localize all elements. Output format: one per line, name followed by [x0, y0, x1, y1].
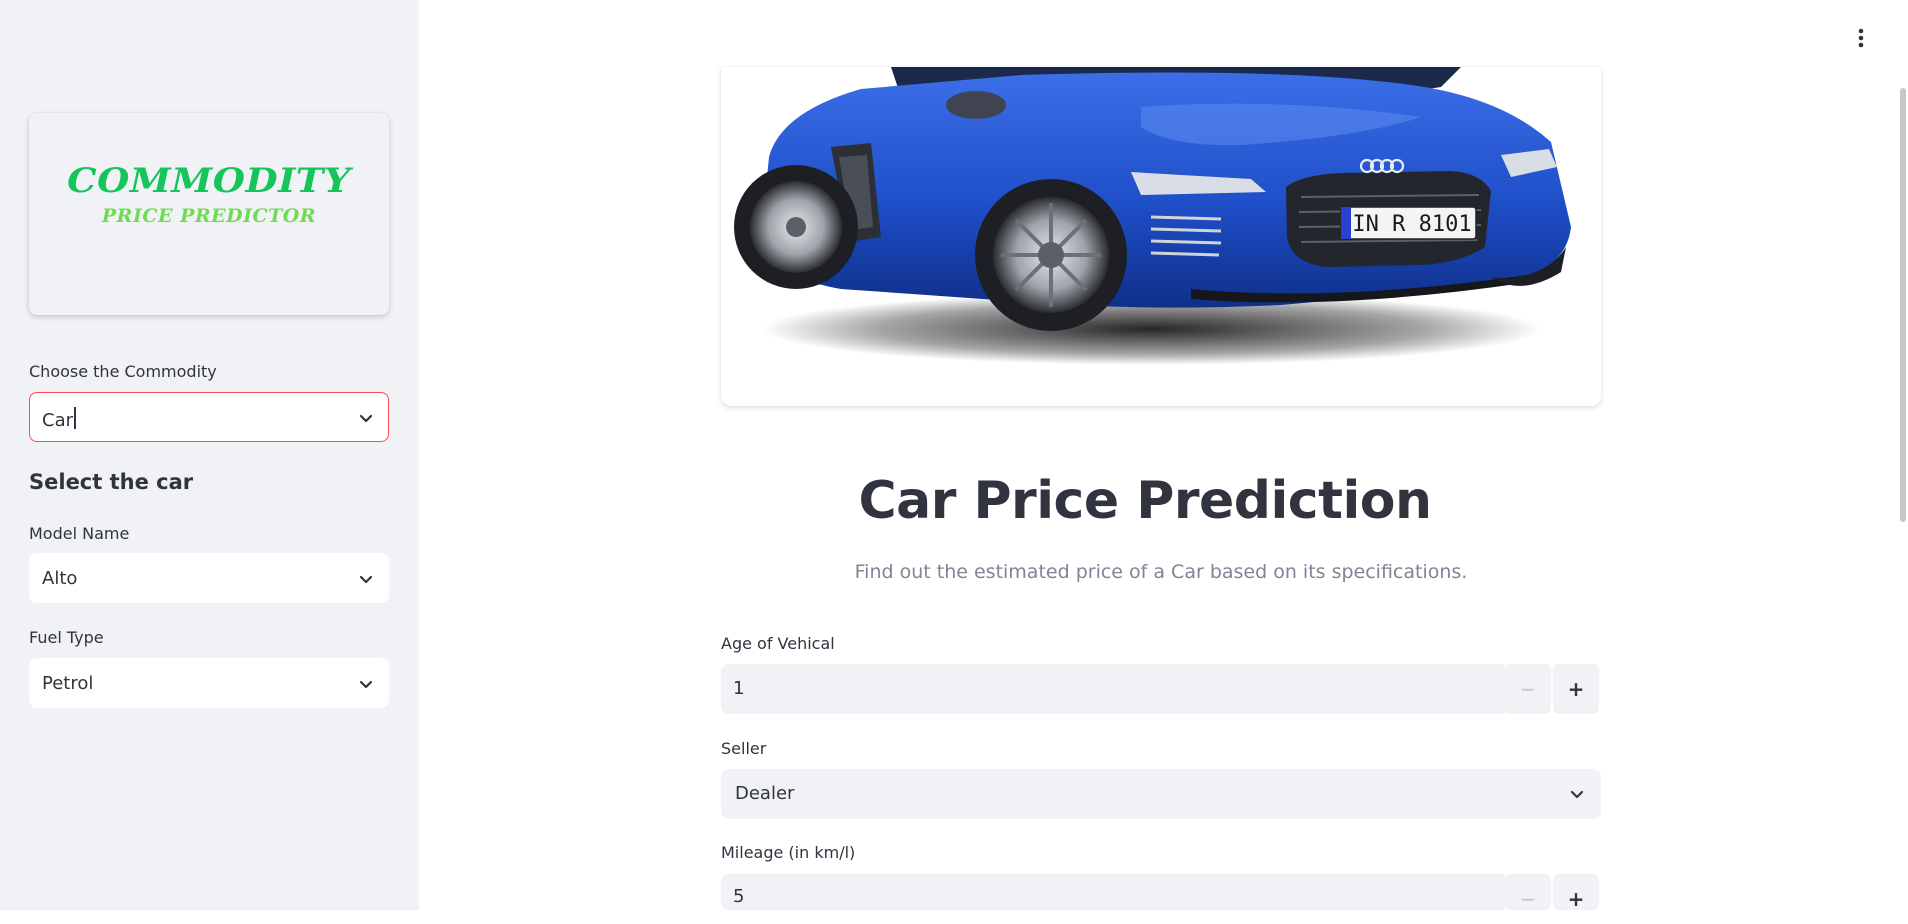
mileage-label: Mileage (in km/l): [721, 843, 856, 862]
scrollbar-thumb[interactable]: [1900, 88, 1906, 522]
seller-select[interactable]: Dealer: [721, 769, 1601, 819]
age-input[interactable]: 1: [721, 664, 1505, 714]
text-caret: [74, 407, 76, 429]
page-title: Car Price Prediction: [858, 471, 1432, 531]
seller-label: Seller: [721, 739, 767, 758]
commodity-select[interactable]: Car: [29, 392, 389, 442]
fuel-select[interactable]: Petrol: [29, 658, 389, 708]
kebab-menu-icon[interactable]: [1853, 27, 1869, 49]
commodity-select-value: Car: [42, 407, 76, 431]
age-decrement-button[interactable]: −: [1505, 664, 1551, 714]
logo-card: COMMODITY PRICE PREDICTOR: [29, 113, 389, 315]
fuel-label: Fuel Type: [29, 628, 104, 647]
model-select[interactable]: Alto: [29, 553, 389, 603]
mileage-input[interactable]: 5: [721, 874, 1505, 910]
license-plate-text: IN R 8101: [1352, 212, 1471, 237]
logo-title: COMMODITY: [67, 159, 351, 201]
mileage-increment-button[interactable]: +: [1553, 874, 1599, 911]
sidebar: COMMODITY PRICE PREDICTOR Choose the Com…: [0, 0, 419, 910]
seller-select-value: Dealer: [735, 783, 795, 804]
chevron-down-icon[interactable]: [358, 676, 374, 692]
commodity-label: Choose the Commodity: [29, 362, 217, 381]
chevron-down-icon[interactable]: [1569, 786, 1585, 802]
car-image-card: IN R 8101: [721, 67, 1601, 406]
chevron-down-icon[interactable]: [358, 410, 374, 426]
fuel-select-value: Petrol: [42, 673, 94, 694]
model-label: Model Name: [29, 524, 130, 543]
mileage-decrement-button[interactable]: −: [1505, 874, 1551, 911]
car-image: IN R 8101: [734, 67, 1571, 365]
page-subtitle: Find out the estimated price of a Car ba…: [854, 561, 1468, 583]
age-label: Age of Vehical: [721, 634, 835, 653]
section-heading: Select the car: [29, 470, 194, 494]
mileage-value: 5: [733, 886, 745, 907]
logo-subtitle: PRICE PREDICTOR: [101, 205, 317, 227]
model-select-value: Alto: [42, 568, 78, 589]
age-value: 1: [733, 678, 745, 699]
age-increment-button[interactable]: +: [1553, 664, 1599, 714]
chevron-down-icon[interactable]: [358, 571, 374, 587]
